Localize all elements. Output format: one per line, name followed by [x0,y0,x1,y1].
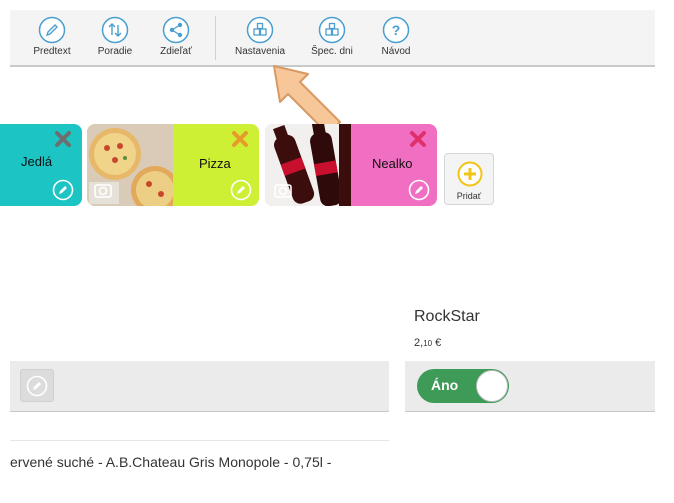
product-edit-button[interactable] [20,369,54,402]
price-currency: € [432,337,442,349]
toolbar-spec-dni-label: Špec. dni [311,46,353,57]
list-divider [10,440,389,441]
plus-circle-icon [457,161,483,187]
edit-icon [26,375,48,397]
toolbar: Predtext Poradie Zdieľať Nastavenia Špec… [10,10,655,67]
add-category-label: Pridať [456,191,482,201]
camera-icon[interactable] [92,179,114,201]
price-main: 2, [414,337,424,349]
toolbar-zdielat-label: Zdieľať [160,46,192,57]
toolbar-predtext-label: Predtext [33,46,71,57]
toolbar-predtext-button[interactable]: Predtext [17,16,87,57]
edit-icon[interactable] [408,179,430,201]
add-category-button[interactable]: Pridať [444,153,494,205]
toolbar-poradie-button[interactable]: Poradie [80,16,150,57]
category-nealko[interactable]: Nealko [265,124,437,206]
reorder-icon [101,16,129,44]
toolbar-nastavenia-button[interactable]: Nastavenia [225,16,295,57]
camera-icon[interactable] [272,179,294,201]
special-days-icon [318,16,346,44]
help-icon: ? [382,16,410,44]
delete-icon[interactable] [53,129,73,149]
toolbar-spec-dni-button[interactable]: Špec. dni [297,16,367,57]
category-pizza[interactable]: Pizza [87,124,259,206]
svg-text:?: ? [392,22,401,38]
toolbar-navod-button[interactable]: ? Návod [361,16,431,57]
toolbar-separator [215,16,216,60]
availability-toggle[interactable]: Áno [417,369,509,403]
pencil-icon [38,16,66,44]
toolbar-poradie-label: Poradie [97,46,133,57]
price-cents: 10 [423,339,433,348]
product-price: 2,10 € [414,337,441,349]
edit-icon[interactable] [52,179,74,201]
app-root: { "toolbar": { "items": [ {"label": "Pre… [0,0,674,503]
toolbar-nastavenia-label: Nastavenia [234,46,286,57]
share-icon [162,16,190,44]
toggle-label: Áno [431,377,459,393]
category-label: Pizza [199,156,231,171]
product-name: RockStar [414,308,480,325]
delete-icon[interactable] [230,129,250,149]
product-description: ervené suché - A.B.Chateau Gris Monopole… [10,454,332,470]
settings-boxes-icon [246,16,274,44]
toolbar-navod-label: Návod [381,46,411,57]
product-panel-left [10,361,389,412]
category-jedla[interactable]: Jedlá [0,124,82,206]
edit-icon[interactable] [230,179,252,201]
toolbar-zdielat-button[interactable]: Zdieľať [141,16,211,57]
toggle-knob [476,370,508,402]
delete-icon[interactable] [408,129,428,149]
category-label: Nealko [372,156,413,171]
category-label: Jedlá [21,154,53,169]
